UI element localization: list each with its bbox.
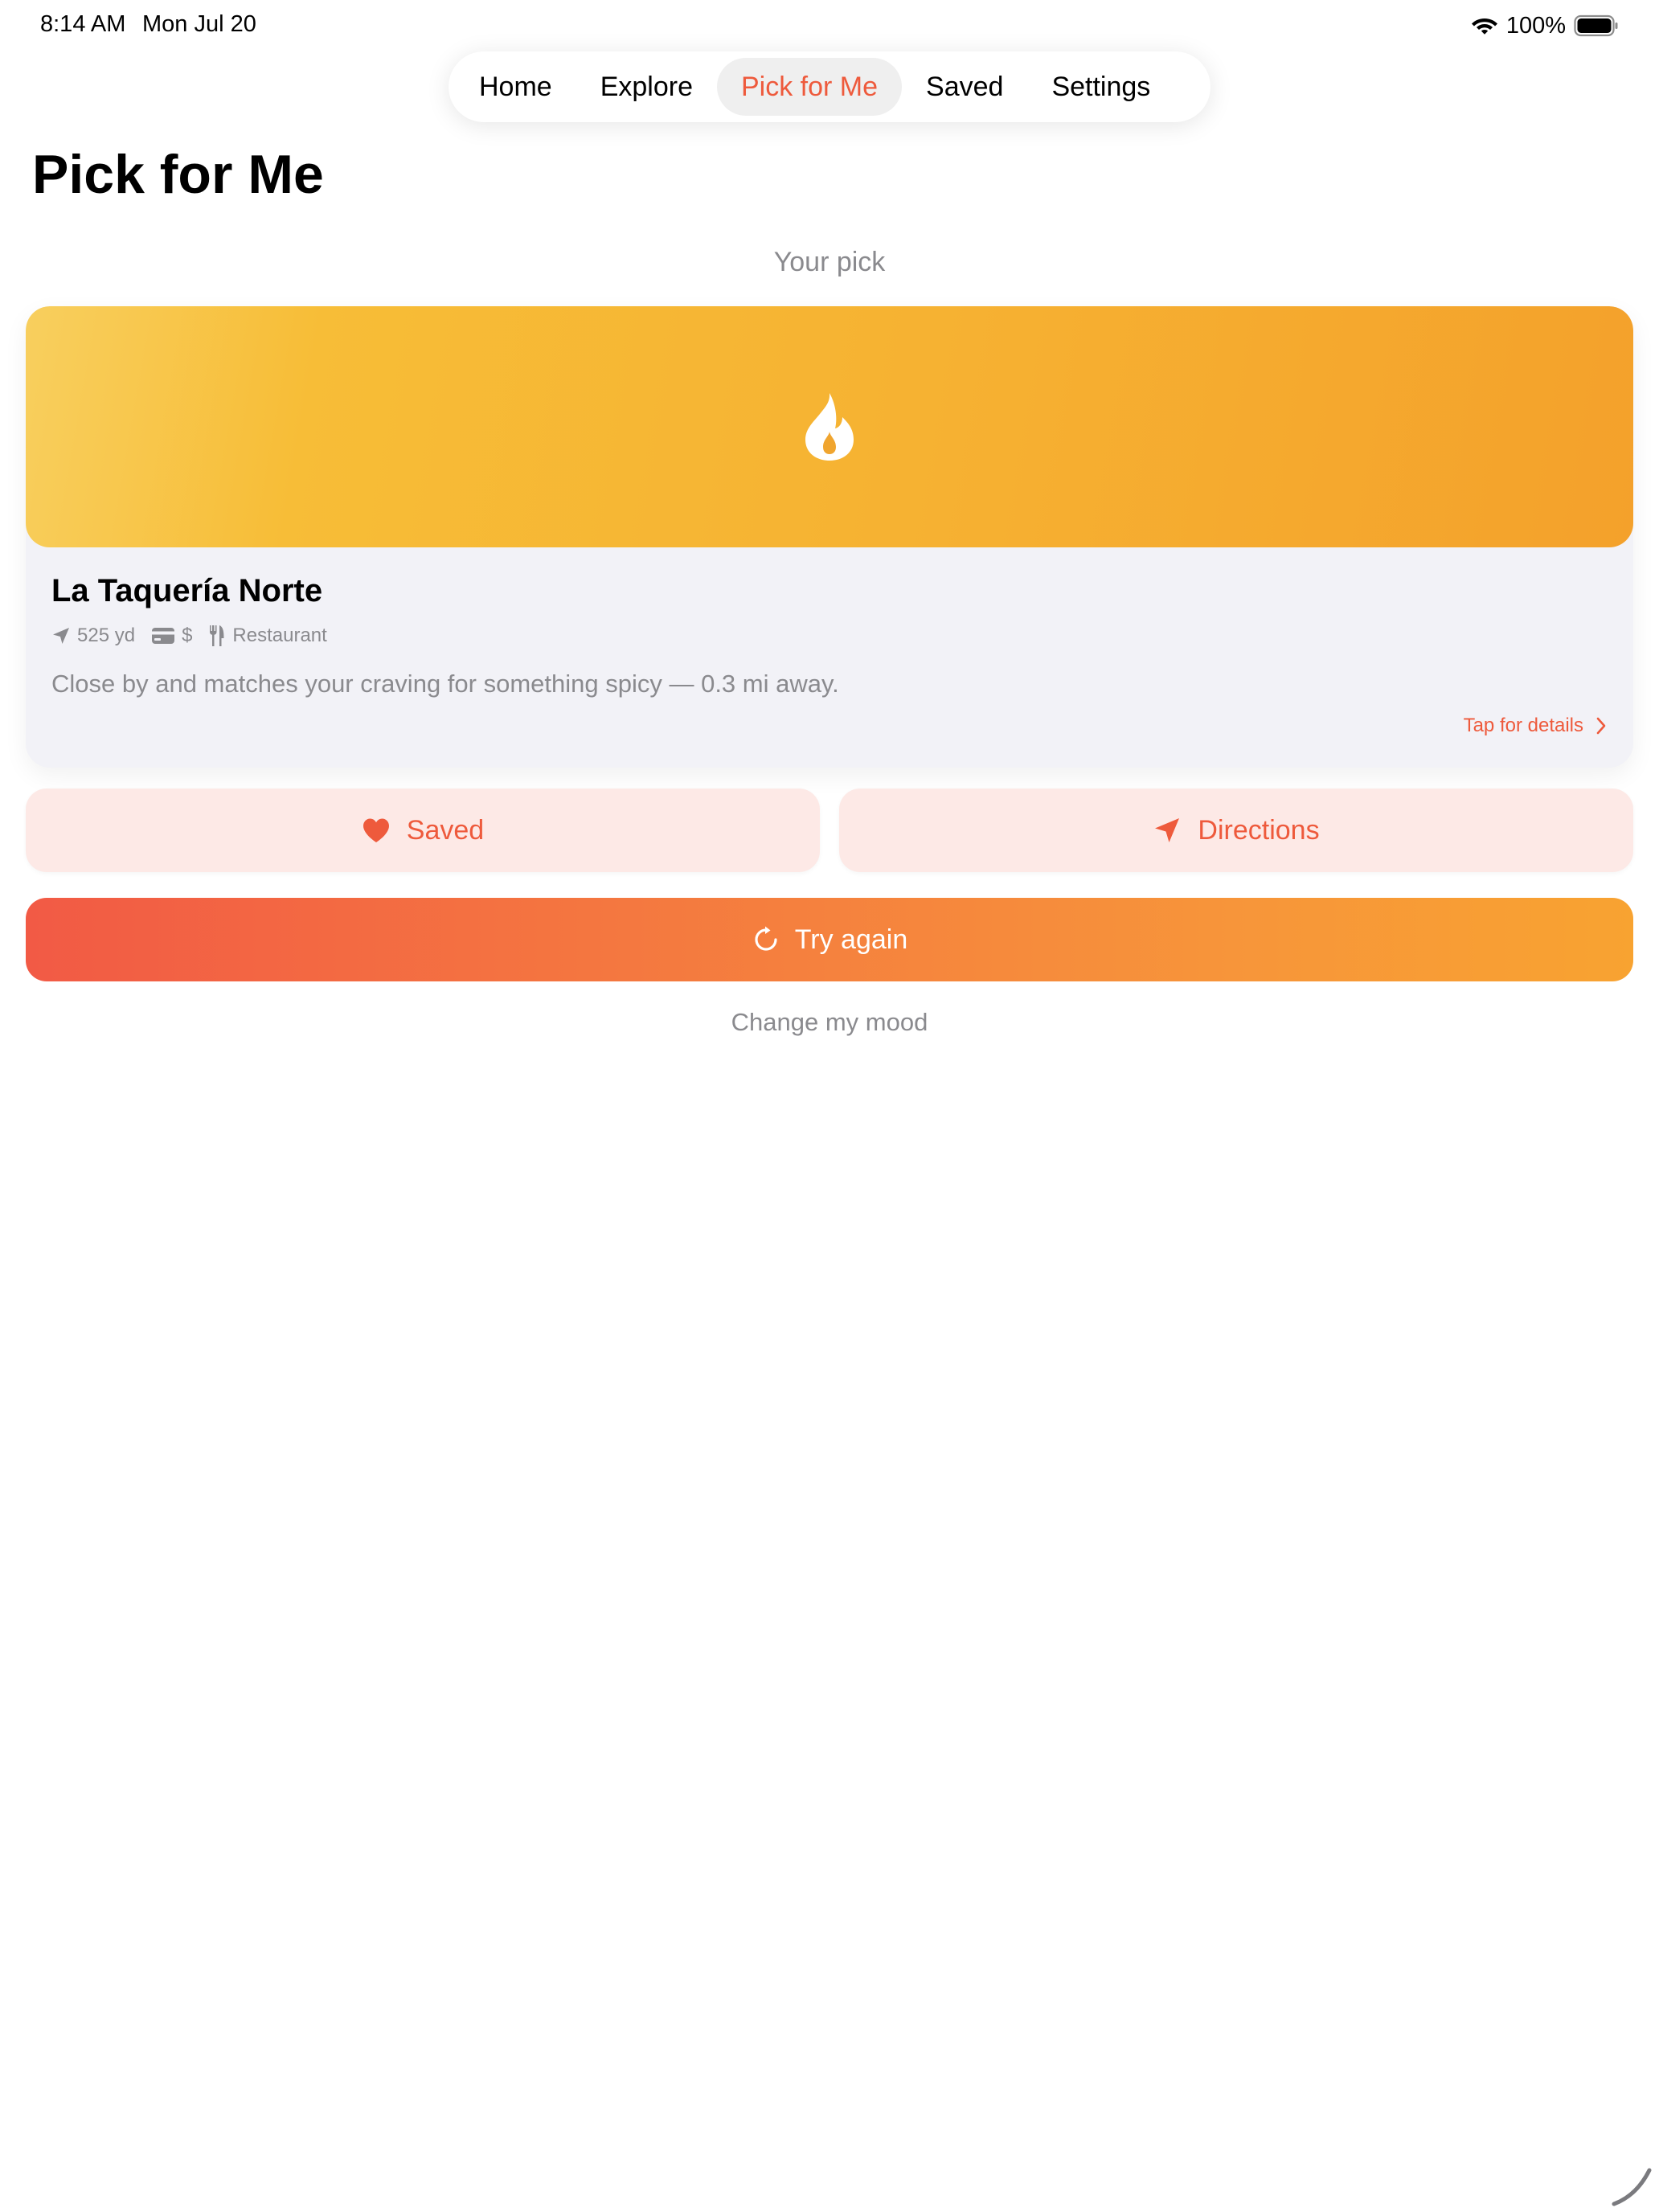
restaurant-name: La Taquería Norte: [51, 573, 323, 608]
pencil-stroke-icon: [1612, 2168, 1652, 2206]
distance-text: 525 yd: [77, 625, 136, 646]
status-date: Mon Jul 20: [142, 11, 256, 37]
tab-settings[interactable]: Settings: [1027, 58, 1174, 116]
card-banner: [26, 306, 1633, 547]
battery-percent: 100%: [1505, 12, 1566, 39]
tab-home[interactable]: Home: [455, 58, 576, 116]
wifi-icon: [1471, 18, 1497, 35]
tab-explore[interactable]: Explore: [576, 58, 717, 116]
top-tab-bar: Home Explore Pick for Me Saved Settings: [449, 51, 1210, 122]
app-screen: 8:14 AM Mon Jul 20 100% Home Explore Pic…: [0, 0, 1659, 2212]
battery-icon: [1574, 14, 1618, 37]
saved-button[interactable]: Saved: [26, 789, 820, 872]
fork-knife-icon: [210, 625, 224, 646]
restaurant-description: Close by and matches your craving for so…: [51, 670, 839, 698]
heart-icon: [363, 818, 389, 842]
distance-meta: 525 yd: [51, 625, 135, 647]
status-time: 8:14 AM: [40, 11, 126, 37]
category-meta: Restaurant: [208, 625, 327, 647]
refresh-icon: [755, 926, 777, 951]
tap-for-details-link[interactable]: Tap for details: [1464, 715, 1608, 737]
details-label: Tap for details: [1463, 715, 1583, 736]
try-again-button[interactable]: Try again: [26, 898, 1633, 981]
change-mood-link[interactable]: Change my mood: [0, 1008, 1659, 1037]
tab-saved[interactable]: Saved: [902, 58, 1027, 116]
price-meta: $: [151, 625, 192, 647]
directions-button[interactable]: Directions: [839, 789, 1633, 872]
location-arrow-icon: [53, 628, 69, 644]
pick-card[interactable]: La Taquería Norte 525 yd $ Restaurant Cl…: [26, 306, 1633, 768]
status-bar: 8:14 AM Mon Jul 20 100%: [0, 0, 1659, 51]
tab-pick-for-me[interactable]: Pick for Me: [716, 58, 903, 116]
try-again-label: Try again: [794, 924, 908, 955]
section-label: Your pick: [773, 247, 886, 277]
directions-button-label: Directions: [1198, 814, 1320, 846]
location-arrow-icon: [1155, 818, 1180, 842]
chevron-right-icon: [1596, 717, 1606, 735]
saved-button-label: Saved: [406, 814, 485, 846]
page-title: Pick for Me: [32, 144, 324, 205]
price-text: $: [182, 625, 193, 646]
restaurant-meta: 525 yd $ Restaurant: [51, 624, 343, 648]
flame-icon: [805, 393, 854, 461]
category-text: Restaurant: [232, 625, 327, 646]
credit-card-icon: [152, 628, 175, 644]
status-indicators: 100%: [1471, 11, 1619, 40]
